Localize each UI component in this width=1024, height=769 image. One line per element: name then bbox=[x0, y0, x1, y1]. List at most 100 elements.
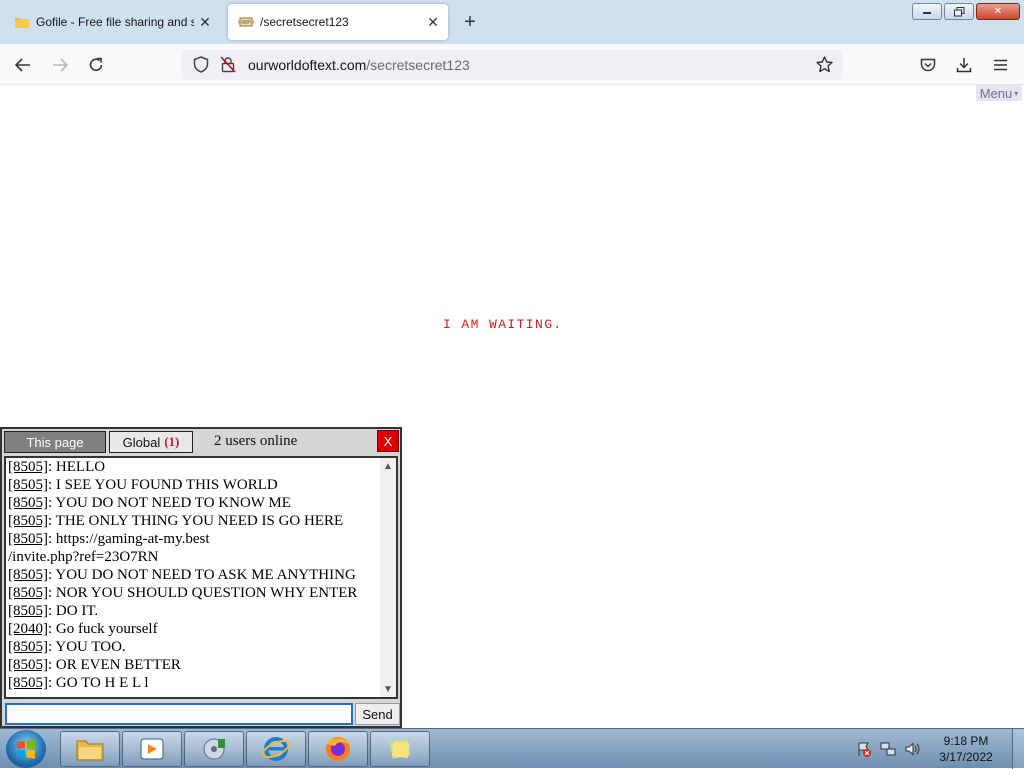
chat-message: [8505]: GO TO H E L l bbox=[8, 674, 384, 692]
taskbar-sticky-notes[interactable] bbox=[370, 731, 430, 767]
tab-title: /secretsecret123 bbox=[260, 15, 349, 29]
chat-message-input[interactable] bbox=[5, 703, 353, 725]
chat-message-nick[interactable]: [8505] bbox=[8, 585, 48, 601]
chat-message-nick[interactable]: [8505] bbox=[8, 657, 48, 673]
chat-message-nick[interactable]: [2040] bbox=[8, 621, 48, 637]
chat-message-text: https://gaming-at-my.best bbox=[52, 531, 210, 547]
downloads-icon[interactable] bbox=[951, 52, 977, 78]
chat-panel: This page Global (1) 2 users online X [8… bbox=[0, 427, 402, 728]
taskbar-internet-explorer[interactable] bbox=[246, 731, 306, 767]
taskbar-media-center[interactable] bbox=[184, 731, 244, 767]
close-window-button[interactable]: ✕ bbox=[976, 3, 1020, 20]
tab-secretsecret[interactable]: /secretsecret123 ✕ bbox=[228, 4, 448, 40]
clock-date: 3/17/2022 bbox=[939, 750, 993, 764]
scroll-favicon-icon bbox=[238, 14, 254, 30]
url-path: /secretsecret123 bbox=[366, 56, 470, 73]
scroll-down-icon[interactable]: ▼ bbox=[380, 681, 396, 697]
chat-send-button[interactable]: Send bbox=[355, 703, 400, 725]
start-button[interactable] bbox=[6, 730, 46, 768]
volume-icon[interactable] bbox=[902, 739, 922, 759]
chat-message: [8505]: YOU TOO. bbox=[8, 638, 384, 656]
chat-message-text: OR EVEN BETTER bbox=[52, 657, 181, 673]
windows-logo-icon bbox=[17, 739, 35, 759]
users-online-count: 2 users online bbox=[214, 433, 298, 449]
url-domain: ourworldoftext.com bbox=[248, 56, 367, 73]
chat-message: [8505]: https://gaming-at-my.best bbox=[8, 530, 384, 548]
insecure-lock-icon[interactable] bbox=[216, 56, 240, 73]
minimize-window-button[interactable] bbox=[912, 3, 942, 20]
world-canvas[interactable]: Menu ▾ I AM WAITING. This page Global (1… bbox=[0, 85, 1024, 728]
scroll-up-icon[interactable]: ▲ bbox=[380, 458, 396, 474]
windows-taskbar: 9:18 PM 3/17/2022 bbox=[0, 728, 1024, 769]
chat-message: [8505]: HELLO bbox=[8, 458, 384, 476]
new-tab-button[interactable]: + bbox=[456, 8, 484, 36]
chat-tab-global[interactable]: Global (1) bbox=[109, 431, 193, 453]
chat-message: [8505]: THE ONLY THING YOU NEED IS GO HE… bbox=[8, 512, 384, 530]
chat-message: [8505]: OR EVEN BETTER bbox=[8, 656, 384, 674]
firefox-icon bbox=[326, 737, 350, 761]
chat-message-text: THE ONLY THING YOU NEED IS GO HERE bbox=[52, 513, 344, 529]
chat-message-text: HELLO bbox=[52, 459, 106, 475]
global-unread-badge: (1) bbox=[164, 434, 180, 449]
taskbar-explorer[interactable] bbox=[60, 731, 120, 767]
chat-message-text: DO IT. bbox=[52, 603, 99, 619]
media-player-icon bbox=[140, 738, 164, 760]
browser-tab-strip: Gofile - Free file sharing and sto ✕ /se… bbox=[0, 0, 1024, 44]
chat-message-nick[interactable]: [8505] bbox=[8, 477, 48, 493]
window-controls: ✕ bbox=[912, 3, 1020, 20]
internet-explorer-icon bbox=[262, 737, 290, 761]
url-text[interactable]: ourworldoftext.com/secretsecret123 bbox=[248, 57, 470, 73]
close-tab-icon[interactable]: ✕ bbox=[194, 11, 216, 33]
address-bar[interactable]: ourworldoftext.com/secretsecret123 bbox=[182, 49, 842, 80]
world-text: I AM WAITING. bbox=[443, 317, 563, 332]
hamburger-menu-icon[interactable] bbox=[987, 52, 1013, 78]
chat-log[interactable]: [8505]: HELLO [8505]: I SEE YOU FOUND THI… bbox=[4, 456, 398, 699]
chat-messages: [8505]: HELLO [8505]: I SEE YOU FOUND THI… bbox=[8, 458, 384, 692]
chat-message-nick[interactable]: [8505] bbox=[8, 513, 48, 529]
chat-message-nick[interactable]: [8505] bbox=[8, 567, 48, 583]
close-tab-icon[interactable]: ✕ bbox=[422, 11, 444, 33]
media-center-icon bbox=[203, 738, 225, 760]
network-icon[interactable] bbox=[878, 739, 898, 759]
chat-message-text: YOU TOO. bbox=[52, 639, 126, 655]
chat-close-button[interactable]: X bbox=[377, 430, 399, 452]
tracking-shield-icon[interactable] bbox=[186, 50, 216, 80]
chat-message-text: YOU DO NOT NEED TO KNOW ME bbox=[52, 495, 291, 511]
action-center-flag-icon[interactable] bbox=[854, 739, 874, 759]
chat-message-nick[interactable]: [8505] bbox=[8, 639, 48, 655]
chat-message-text: /invite.php?ref=23O7RN bbox=[8, 549, 159, 565]
chat-message-text: I SEE YOU FOUND THIS WORLD bbox=[52, 477, 278, 493]
forward-button[interactable] bbox=[47, 52, 73, 78]
sticky-notes-icon bbox=[389, 739, 411, 759]
reload-button[interactable] bbox=[83, 52, 109, 78]
chat-message-text: Go fuck yourself bbox=[52, 621, 158, 637]
explorer-icon bbox=[76, 740, 104, 761]
chat-message-nick[interactable]: [8505] bbox=[8, 459, 48, 475]
chat-message-nick[interactable]: [8505] bbox=[8, 531, 48, 547]
world-menu-button[interactable]: Menu ▾ bbox=[976, 85, 1022, 101]
chat-message-nick[interactable]: [8505] bbox=[8, 495, 48, 511]
system-tray: 9:18 PM 3/17/2022 bbox=[854, 729, 1024, 769]
chat-message: [8505]: DO IT. bbox=[8, 602, 384, 620]
taskbar-clock[interactable]: 9:18 PM 3/17/2022 bbox=[926, 733, 1006, 765]
chat-message: [8505]: NOR YOU SHOULD QUESTION WHY ENTE… bbox=[8, 584, 384, 602]
chat-tab-this-page[interactable]: This page bbox=[4, 431, 106, 453]
pocket-icon[interactable] bbox=[915, 52, 941, 78]
restore-window-button[interactable] bbox=[944, 3, 974, 20]
chat-message-nick[interactable]: [8505] bbox=[8, 675, 48, 691]
tab-gofile[interactable]: Gofile - Free file sharing and sto ✕ bbox=[4, 4, 220, 40]
chat-message-nick[interactable]: [8505] bbox=[8, 603, 48, 619]
chevron-down-icon: ▾ bbox=[1014, 88, 1019, 98]
chat-message: [8505]: I SEE YOU FOUND THIS WORLD bbox=[8, 476, 384, 494]
world-menu-label: Menu bbox=[979, 85, 1013, 101]
taskbar-media-player[interactable] bbox=[122, 731, 182, 767]
chat-scrollbar[interactable]: ▲ ▼ bbox=[380, 458, 396, 697]
show-desktop-button[interactable] bbox=[1012, 729, 1024, 769]
chat-message-text: GO TO H E L l bbox=[52, 675, 149, 691]
back-button[interactable] bbox=[10, 52, 36, 78]
taskbar-firefox[interactable] bbox=[308, 731, 368, 767]
bookmark-star-icon[interactable] bbox=[812, 52, 836, 76]
chat-message: /invite.php?ref=23O7RN bbox=[8, 548, 384, 566]
chat-message: [2040]: Go fuck yourself bbox=[8, 620, 384, 638]
tab-title: Gofile - Free file sharing and sto bbox=[36, 15, 194, 29]
